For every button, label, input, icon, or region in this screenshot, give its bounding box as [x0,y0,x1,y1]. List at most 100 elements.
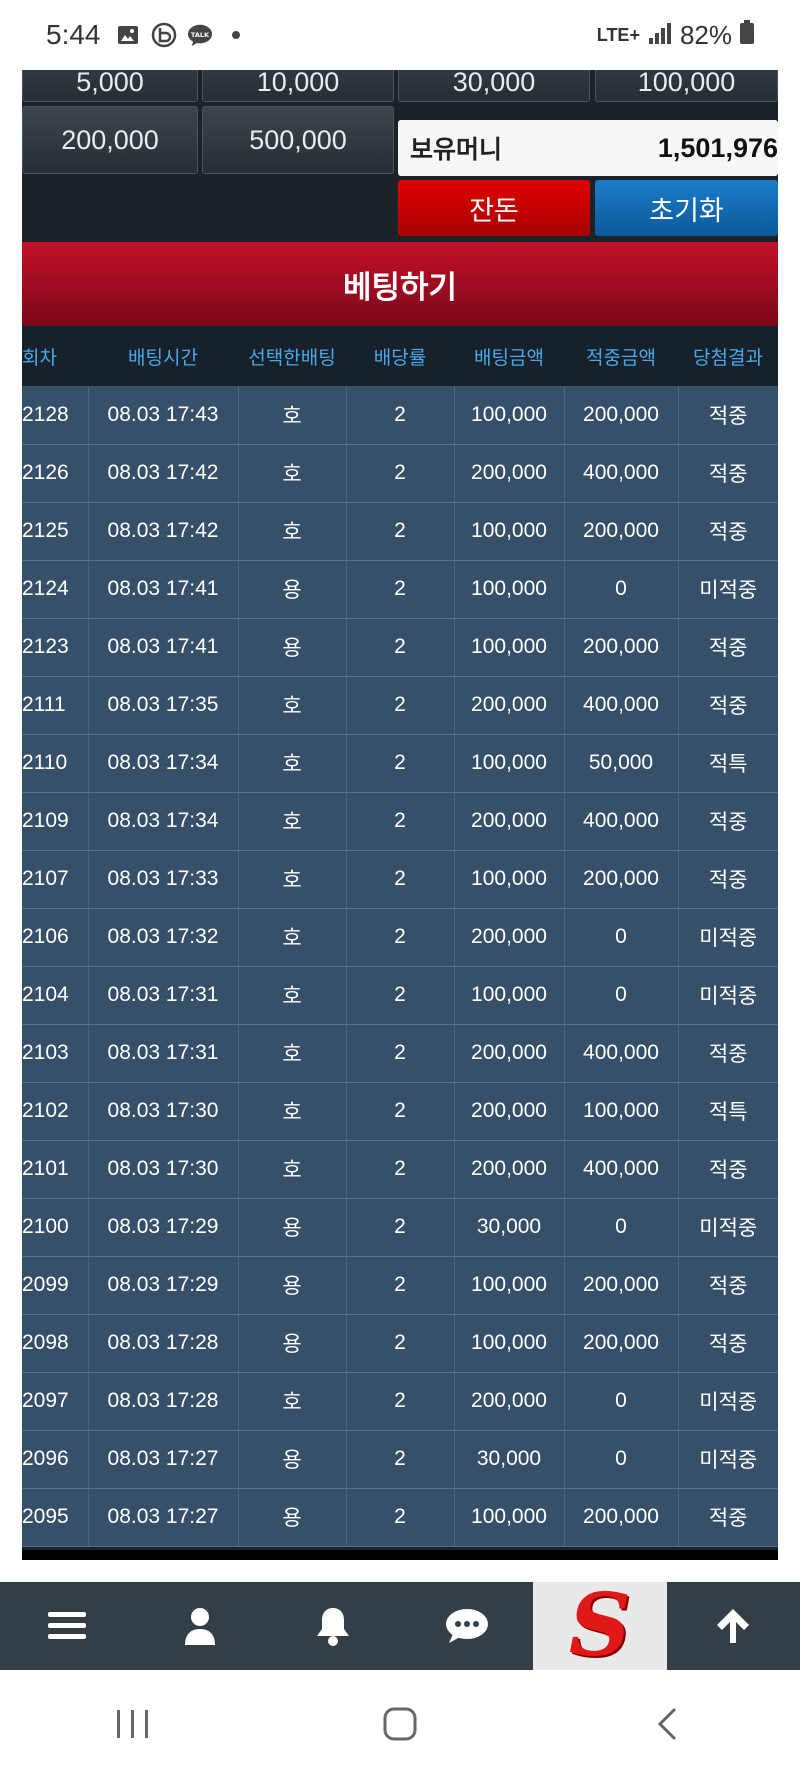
menu-button[interactable] [0,1582,133,1670]
cell-odds: 2 [346,676,455,735]
talk-icon: TALK [187,22,213,48]
cell-pick: 용 [238,1256,347,1315]
header-time: 배팅시간 [88,326,238,386]
cell-pick: 용 [238,618,347,677]
cell-bet: 100,000 [454,618,565,677]
back-button[interactable] [637,1694,697,1754]
cell-pick: 호 [238,676,347,735]
cell-odds: 2 [346,792,455,851]
cell-round: 2096 [22,1430,89,1489]
cell-time: 08.03 17:27 [88,1488,239,1547]
table-row: 2126 08.03 17:42 호 2 200,000 400,000 적중 [22,444,778,503]
balance-value: 1,501,976 [657,132,778,163]
home-button[interactable] [370,1694,430,1754]
cell-bet: 100,000 [454,502,565,561]
cell-round: 2104 [22,966,89,1025]
table-row: 2099 08.03 17:29 용 2 100,000 200,000 적중 [22,1256,778,1315]
table-row: 2101 08.03 17:30 호 2 200,000 400,000 적중 [22,1140,778,1199]
cell-odds: 2 [346,1082,455,1141]
cell-round: 2106 [22,908,89,967]
cell-pick: 호 [238,966,347,1025]
dot-icon [223,22,249,48]
table-row: 2110 08.03 17:34 호 2 100,000 50,000 적특 [22,734,778,793]
cell-odds: 2 [346,502,455,561]
cell-time: 08.03 17:29 [88,1198,239,1257]
cell-time: 08.03 17:28 [88,1372,239,1431]
cell-result: 적중 [678,1488,778,1547]
cell-bet: 200,000 [454,1082,565,1141]
cell-time: 08.03 17:34 [88,734,239,793]
cell-result: 미적중 [678,1198,778,1257]
cell-time: 08.03 17:43 [88,386,239,445]
cell-win: 200,000 [564,1488,679,1547]
cell-time: 08.03 17:27 [88,1430,239,1489]
cell-round: 2111 [22,676,89,735]
profile-button[interactable] [133,1582,266,1670]
cell-result: 적특 [678,1082,778,1141]
back-icon [657,1707,676,1741]
change-button[interactable]: 잔돈 [398,180,590,236]
cell-result: 미적중 [678,908,778,967]
cell-win: 400,000 [564,792,679,851]
chip-5000-button[interactable]: 5,000 [22,70,198,102]
cell-result: 적중 [678,1024,778,1083]
page-content: 5,000 10,000 30,000 100,000 200,000 500,… [22,70,778,1560]
table-row: 2109 08.03 17:34 호 2 200,000 400,000 적중 [22,792,778,851]
cell-odds: 2 [346,386,455,445]
cell-round: 2095 [22,1488,89,1547]
reset-button[interactable]: 초기화 [595,180,778,236]
chip-100000-button[interactable]: 100,000 [595,70,778,102]
logo-letter: S [568,1575,632,1676]
table-row: 2100 08.03 17:29 용 2 30,000 0 미적중 [22,1198,778,1257]
cell-bet: 100,000 [454,386,565,445]
table-row: 2097 08.03 17:28 호 2 200,000 0 미적중 [22,1372,778,1431]
cell-round: 2103 [22,1024,89,1083]
cell-round: 2109 [22,792,89,851]
image-icon [115,22,141,48]
chip-10000-button[interactable]: 10,000 [202,70,394,102]
cell-odds: 2 [346,1140,455,1199]
notifications-button[interactable] [267,1582,400,1670]
table-row: 2106 08.03 17:32 호 2 200,000 0 미적중 [22,908,778,967]
chat-button[interactable] [400,1582,533,1670]
recent-apps-button[interactable] [103,1694,163,1754]
network-label: LTE+ [596,24,640,45]
cell-win: 200,000 [564,502,679,561]
cell-round: 2124 [22,560,89,619]
cell-odds: 2 [346,444,455,503]
chip-200000-button[interactable]: 200,000 [22,106,198,174]
cell-result: 적특 [678,734,778,793]
balance-label: 보유머니 [410,135,503,164]
header-bet: 배팅금액 [454,326,564,386]
cell-pick: 호 [238,386,347,445]
bet-button[interactable]: 베팅하기 [22,242,778,326]
table-row: 2107 08.03 17:33 호 2 100,000 200,000 적중 [22,850,778,909]
cell-time: 08.03 17:42 [88,502,239,561]
cell-odds: 2 [346,1488,455,1547]
cell-result: 미적중 [678,1372,778,1431]
chip-30000-button[interactable]: 30,000 [398,70,590,102]
cell-odds: 2 [346,734,455,793]
cell-round: 2097 [22,1372,89,1431]
cell-result: 적중 [678,386,778,445]
cell-win: 0 [564,560,679,619]
cell-win: 100,000 [564,1082,679,1141]
cell-time: 08.03 17:32 [88,908,239,967]
chip-500000-button[interactable]: 500,000 [202,106,394,174]
cell-time: 08.03 17:34 [88,792,239,851]
cell-pick: 호 [238,908,347,967]
table-row: 2111 08.03 17:35 호 2 200,000 400,000 적중 [22,676,778,735]
scroll-top-button[interactable] [667,1582,800,1670]
cell-pick: 호 [238,1372,347,1431]
header-win: 적중금액 [564,326,678,386]
b-app-icon [151,22,177,48]
site-logo[interactable]: S [533,1575,667,1676]
cell-win: 400,000 [564,676,679,735]
cell-win: 200,000 [564,618,679,677]
cell-bet: 200,000 [454,444,565,503]
cell-result: 적중 [678,618,778,677]
cell-result: 적중 [678,676,778,735]
cell-result: 적중 [678,792,778,851]
cell-time: 08.03 17:33 [88,850,239,909]
cell-odds: 2 [346,966,455,1025]
